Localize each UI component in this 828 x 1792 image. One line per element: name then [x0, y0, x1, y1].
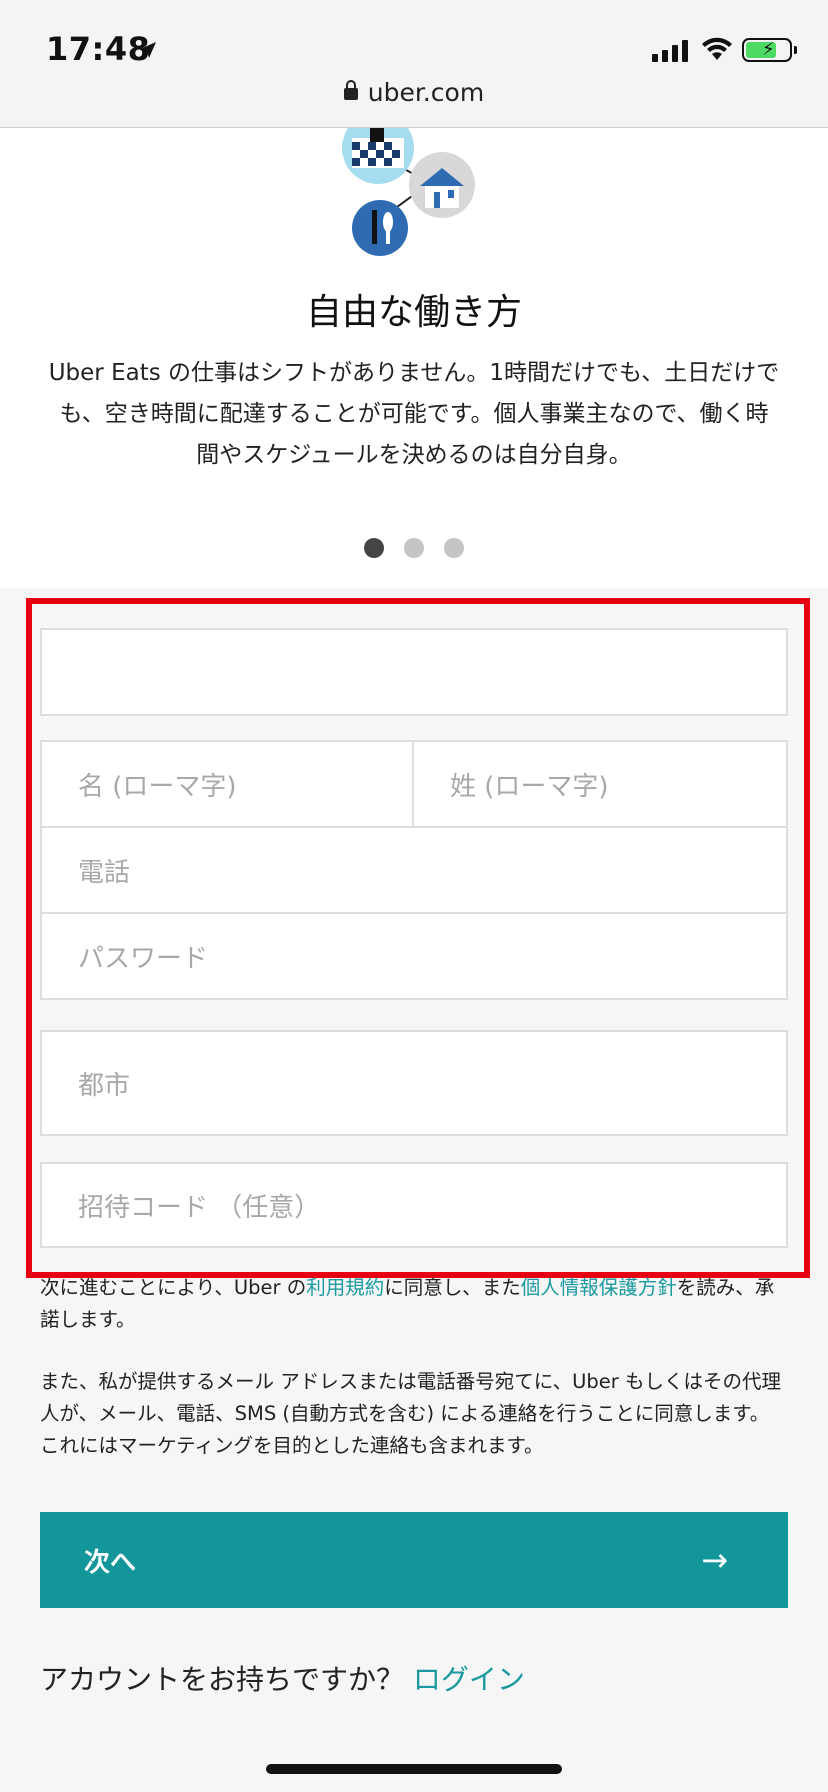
- browser-top-bar: 17:48 ⚡ uber.com: [0, 0, 828, 128]
- last-name-placeholder: 姓 (ローマ字): [450, 771, 609, 802]
- next-button-label: 次へ: [84, 1547, 137, 1578]
- terms-text-1: 次に進むことにより、Uber の: [40, 1276, 307, 1299]
- terms-text-2: に同意し、また: [384, 1276, 521, 1299]
- illustration: [342, 128, 475, 256]
- status-time: 17:48: [46, 30, 151, 68]
- carousel-dot-1[interactable]: [364, 538, 384, 558]
- first-name-field[interactable]: 名 (ローマ字): [40, 740, 414, 828]
- city-placeholder: 都市: [78, 1070, 131, 1101]
- login-prompt: アカウントをお持ちですか？ ログイン: [40, 1658, 525, 1698]
- carousel-dots: [0, 538, 828, 558]
- home-indicator[interactable]: [266, 1764, 562, 1774]
- password-field[interactable]: パスワード: [40, 912, 788, 1000]
- hero-description: Uber Eats の仕事はシフトがありません。1時間だけでも、土日だけでも、空…: [48, 360, 780, 468]
- login-prompt-text: アカウントをお持ちですか？: [40, 1663, 405, 1696]
- first-name-placeholder: 名 (ローマ字): [78, 771, 237, 802]
- city-field[interactable]: 都市: [40, 1030, 788, 1136]
- url-domain: uber.com: [367, 78, 485, 107]
- invite-code-placeholder: 招待コード （任意）: [78, 1192, 321, 1223]
- phone-field[interactable]: 電話: [40, 826, 788, 914]
- login-link[interactable]: ログイン: [413, 1663, 525, 1696]
- signal-icon: [652, 38, 688, 62]
- lock-icon: [343, 80, 358, 100]
- password-placeholder: パスワード: [78, 943, 209, 974]
- last-name-field[interactable]: 姓 (ローマ字): [412, 740, 788, 828]
- terms-link[interactable]: 利用規約: [306, 1276, 384, 1299]
- url-bar[interactable]: uber.com: [0, 78, 828, 107]
- email-field[interactable]: [40, 628, 788, 716]
- privacy-policy-link[interactable]: 個人情報保護方針: [521, 1276, 677, 1299]
- hero-title: 自由な働き方: [305, 292, 522, 333]
- hero-section: 自由な働き方 Uber Eats の仕事はシフトがありません。1時間だけでも、土…: [0, 128, 828, 588]
- phone-placeholder: 電話: [78, 857, 131, 888]
- carousel-dot-3[interactable]: [444, 538, 464, 558]
- arrow-right-icon: →: [701, 1541, 728, 1579]
- next-button[interactable]: 次へ →: [40, 1512, 788, 1608]
- wifi-icon: [702, 37, 732, 60]
- terms-consent-text: 次に進むことにより、Uber の利用規約に同意し、また個人情報保護方針を読み、承…: [40, 1272, 788, 1336]
- carousel-dot-2[interactable]: [404, 538, 424, 558]
- location-arrow-icon: [140, 42, 156, 58]
- battery-charging-icon: ⚡: [742, 38, 797, 62]
- marketing-consent-text: また、私が提供するメール アドレスまたは電話番号宛てに、Uber もしくはその代…: [40, 1370, 781, 1457]
- invite-code-field[interactable]: 招待コード （任意）: [40, 1162, 788, 1248]
